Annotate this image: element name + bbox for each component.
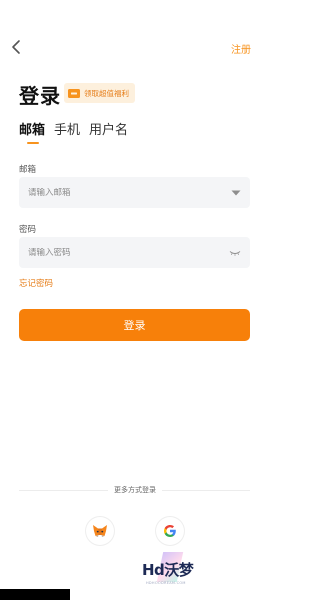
google-login-button[interactable]	[156, 517, 184, 545]
chevron-left-icon	[12, 40, 20, 54]
password-label: 密码	[19, 225, 37, 235]
more-login-options-label: 更多方式登录	[0, 485, 270, 495]
forgot-password-link[interactable]: 忘记密码	[19, 277, 53, 289]
eye-closed-icon[interactable]	[229, 250, 241, 256]
metamask-login-button[interactable]	[86, 517, 114, 545]
back-button[interactable]	[8, 38, 26, 56]
active-tab-indicator	[27, 142, 39, 144]
tab-email[interactable]: 邮箱	[19, 123, 45, 139]
watermark-logo: Hd沃梦	[142, 561, 194, 579]
metamask-icon	[93, 525, 107, 537]
bonus-badge-label: 领取超值福利	[84, 88, 129, 98]
ticket-icon	[68, 88, 80, 98]
register-link[interactable]: 注册	[231, 41, 251, 56]
tab-username[interactable]: 用户名	[89, 123, 128, 139]
login-button[interactable]: 登录	[19, 309, 250, 341]
email-field[interactable]	[19, 177, 250, 208]
tab-phone[interactable]: 手机	[54, 123, 80, 139]
bottom-bar	[0, 589, 70, 600]
bonus-badge[interactable]: 领取超值福利	[64, 83, 135, 103]
watermark-subtext: HDHOODREAM.COM	[146, 581, 186, 585]
email-input[interactable]	[28, 187, 231, 198]
more-login-options-text: 更多方式登录	[108, 486, 162, 494]
page-title: 登录	[19, 84, 61, 108]
email-label: 邮箱	[19, 165, 37, 175]
google-icon	[164, 525, 176, 537]
password-input[interactable]	[28, 247, 229, 258]
password-field[interactable]	[19, 237, 250, 268]
caret-down-icon[interactable]	[231, 190, 241, 196]
login-method-tabs: 邮箱 手机 用户名	[19, 123, 137, 139]
